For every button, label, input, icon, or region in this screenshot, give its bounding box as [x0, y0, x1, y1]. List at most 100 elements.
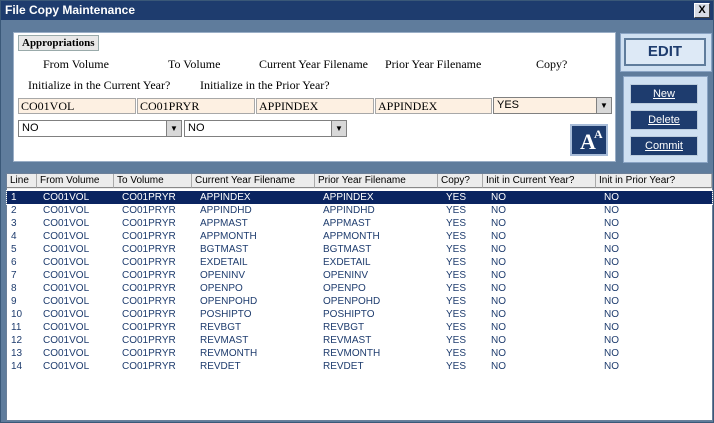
column-header[interactable]: Line [7, 174, 37, 188]
copy-select-value: YES [497, 99, 520, 111]
to-volume-input[interactable]: CO01PRYR [137, 98, 255, 114]
table-cell: CO01PRYR [122, 231, 176, 242]
table-row[interactable]: 1 CO01VOL CO01PRYR APPINDEX APPINDEX YES NO NO [6, 190, 713, 205]
table-row[interactable]: 11 CO01VOL CO01PRYR REVBGT REVBGT YES NO NO [7, 321, 712, 334]
table-row[interactable]: 14 CO01VOL CO01PRYR REVDET REVDET YES NO NO [7, 360, 712, 373]
chevron-down-icon[interactable]: ▼ [166, 121, 181, 136]
table-cell: NO [491, 257, 506, 268]
copy-select[interactable]: YES ▼ [493, 97, 612, 114]
table-cell: NO [604, 309, 619, 320]
title-bar: File Copy Maintenance X [1, 1, 713, 20]
table-cell: NO [604, 192, 619, 203]
table-cell: POSHIPTO [323, 309, 375, 320]
table-cell: YES [446, 218, 467, 229]
table-cell: CO01PRYR [122, 361, 176, 372]
table-row[interactable]: 6 CO01VOL CO01PRYR EXDETAIL EXDETAIL YES NO NO [7, 256, 712, 269]
table-cell: NO [491, 296, 506, 307]
column-header[interactable]: From Volume [37, 174, 114, 188]
table-cell: REVMONTH [200, 348, 258, 359]
column-header[interactable]: Init in Prior Year? [596, 174, 712, 188]
close-icon[interactable]: X [694, 3, 710, 18]
table-row[interactable]: 10 CO01VOL CO01PRYR POSHIPTO POSHIPTO YES NO NO [7, 308, 712, 321]
table-cell: REVMAST [200, 335, 249, 346]
to-volume-label: To Volume [168, 57, 221, 71]
column-header[interactable]: Current Year Filename [192, 174, 315, 188]
column-header[interactable]: Copy? [438, 174, 483, 188]
table-cell: CO01VOL [43, 309, 90, 320]
table-cell: CO01VOL [43, 283, 90, 294]
table-cell: NO [491, 309, 506, 320]
table-cell: CO01VOL [43, 192, 90, 203]
new-button[interactable]: New [630, 84, 698, 104]
section-label: Appropriations [18, 35, 99, 51]
init-prior-select[interactable]: NO ▼ [184, 120, 347, 137]
table-cell: BGTMAST [323, 244, 372, 255]
table-cell: 12 [11, 335, 23, 346]
table-cell: NO [491, 361, 506, 372]
table-row[interactable]: 5 CO01VOL CO01PRYR BGTMAST BGTMAST YES NO NO [7, 243, 712, 256]
table-cell: 6 [11, 257, 17, 268]
table-cell: NO [491, 192, 506, 203]
edit-button[interactable]: EDIT [624, 38, 706, 66]
table-cell: NO [491, 244, 506, 255]
table-cell: 1 [11, 192, 17, 203]
prior-year-filename-input[interactable]: APPINDEX [375, 98, 492, 114]
delete-button[interactable]: Delete [630, 110, 698, 130]
table-cell: 10 [11, 309, 23, 320]
window-title: File Copy Maintenance [5, 3, 136, 17]
table-cell: REVMONTH [323, 348, 381, 359]
table-cell: NO [491, 231, 506, 242]
table-cell: POSHIPTO [200, 309, 252, 320]
table-row[interactable]: 13 CO01VOL CO01PRYR REVMONTH REVMONTH YES NO NO [7, 347, 712, 360]
table-cell: 4 [11, 231, 17, 242]
table-cell: APPINDHD [323, 205, 375, 216]
table-cell: APPINDEX [200, 192, 251, 203]
table-cell: YES [446, 231, 467, 242]
table-row[interactable]: 9 CO01VOL CO01PRYR OPENPOHD OPENPOHD YES NO NO [7, 295, 712, 308]
table-cell: YES [446, 361, 467, 372]
table-cell: APPINDEX [323, 192, 374, 203]
init-current-select[interactable]: NO ▼ [18, 120, 182, 137]
table-row[interactable]: 4 CO01VOL CO01PRYR APPMONTH APPMONTH YES NO NO [7, 230, 712, 243]
table-cell: 5 [11, 244, 17, 255]
table-row[interactable]: 3 CO01VOL CO01PRYR APPMAST APPMAST YES NO NO [7, 217, 712, 230]
table-cell: NO [604, 231, 619, 242]
table-cell: CO01VOL [43, 270, 90, 281]
table-cell: 7 [11, 270, 17, 281]
table-cell: CO01VOL [43, 348, 90, 359]
table-cell: YES [446, 348, 467, 359]
column-header[interactable]: Prior Year Filename [315, 174, 438, 188]
table-row[interactable]: 7 CO01VOL CO01PRYR OPENINV OPENINV YES NO NO [7, 269, 712, 282]
column-header[interactable]: Init in Current Year? [483, 174, 596, 188]
table-row[interactable]: 2 CO01VOL CO01PRYR APPINDHD APPINDHD YES NO NO [7, 204, 712, 217]
table-cell: YES [446, 309, 467, 320]
table-cell: NO [604, 205, 619, 216]
table-cell: 14 [11, 361, 23, 372]
table-cell: NO [604, 361, 619, 372]
table-cell: OPENINV [323, 270, 369, 281]
table-cell: 8 [11, 283, 17, 294]
table-cell: REVDET [200, 361, 241, 372]
table-cell: NO [604, 283, 619, 294]
table-cell: CO01VOL [43, 218, 90, 229]
chevron-down-icon[interactable]: ▼ [331, 121, 346, 136]
table-cell: YES [446, 335, 467, 346]
chevron-down-icon[interactable]: ▼ [596, 98, 611, 113]
prior-year-filename-label: Prior Year Filename [385, 57, 482, 71]
table-cell: YES [446, 270, 467, 281]
table-cell: CO01PRYR [122, 257, 176, 268]
font-size-icon[interactable]: A A [570, 124, 608, 156]
table-cell: CO01VOL [43, 335, 90, 346]
table-cell: 11 [11, 322, 22, 333]
table-row[interactable]: 8 CO01VOL CO01PRYR OPENPO OPENPO YES NO NO [7, 282, 712, 295]
current-year-filename-label: Current Year Filename [259, 57, 368, 71]
from-volume-input[interactable]: CO01VOL [18, 98, 136, 114]
table-row[interactable]: 12 CO01VOL CO01PRYR REVMAST REVMAST YES NO NO [7, 334, 712, 347]
column-header[interactable]: To Volume [114, 174, 192, 188]
commit-button[interactable]: Commit [630, 136, 698, 156]
table-cell: CO01PRYR [122, 205, 176, 216]
table-cell: OPENPOHD [323, 296, 381, 307]
table-cell: OPENPO [323, 283, 366, 294]
current-year-filename-input[interactable]: APPINDEX [256, 98, 374, 114]
table-cell: CO01PRYR [122, 322, 176, 333]
